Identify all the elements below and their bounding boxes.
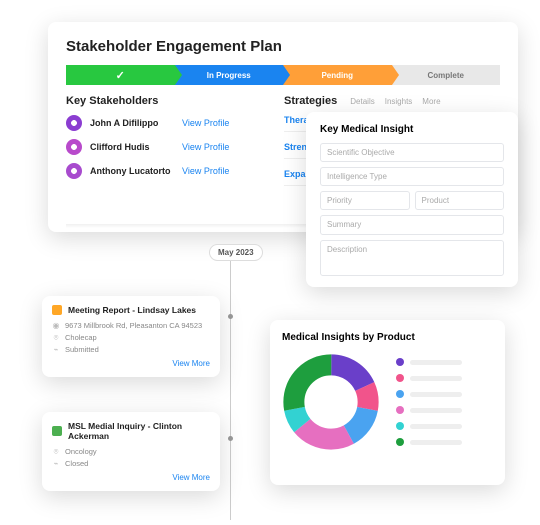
meeting-report-icon (52, 305, 62, 315)
legend-label-placeholder (410, 392, 462, 397)
tab-details[interactable]: Details (350, 97, 374, 106)
stakeholder-name: Clifford Hudis (90, 142, 174, 152)
attachment-icon: ⌾ (52, 334, 60, 342)
tab-more[interactable]: More (422, 97, 440, 106)
view-profile-link[interactable]: View Profile (182, 142, 229, 152)
summary-field[interactable]: Summary (320, 215, 504, 235)
step-done[interactable]: ✓ (66, 65, 175, 85)
view-profile-link[interactable]: View Profile (182, 166, 229, 176)
legend-item (396, 358, 462, 366)
strategies-heading: Strategies Details Insights More (284, 95, 500, 107)
step-pending[interactable]: Pending (283, 65, 392, 85)
timeline-date-badge: May 2023 (209, 244, 263, 261)
timeline-dot (228, 314, 233, 319)
insight-title: Key Medical Insight (320, 124, 504, 135)
legend-label-placeholder (410, 440, 462, 445)
step-in-progress[interactable]: In Progress (175, 65, 284, 85)
timeline-line (230, 250, 231, 520)
avatar-icon (66, 163, 82, 179)
progress-steps: ✓ In Progress Pending Complete (66, 65, 500, 85)
medical-inquiry-icon (52, 426, 62, 436)
chart-legend (396, 358, 462, 446)
legend-dot-icon (396, 406, 404, 414)
legend-label-placeholder (410, 360, 462, 365)
chart-title: Medical Insights by Product (282, 332, 493, 343)
legend-label-placeholder (410, 376, 462, 381)
status-icon: ⌁ (52, 460, 60, 468)
legend-item (396, 406, 462, 414)
stakeholder-name: Anthony Lucatorto (90, 166, 174, 176)
insights-chart-card: Medical Insights by Product (270, 320, 505, 485)
intelligence-type-field[interactable]: Intelligence Type (320, 167, 504, 186)
event-title-text: Meeting Report - Lindsay Lakes (68, 305, 196, 315)
view-more-link[interactable]: View More (52, 359, 210, 368)
legend-item (396, 374, 462, 382)
stakeholder-row: Anthony Lucatorto View Profile (66, 163, 266, 179)
priority-field[interactable]: Priority (320, 191, 410, 210)
legend-dot-icon (396, 390, 404, 398)
legend-dot-icon (396, 358, 404, 366)
legend-dot-icon (396, 438, 404, 446)
event-card: MSL Medial Inquiry - Clinton Ackerman ⌾O… (42, 412, 220, 491)
product-field[interactable]: Product (415, 191, 505, 210)
event-card: Meeting Report - Lindsay Lakes ◉9673 Mil… (42, 296, 220, 377)
status-icon: ⌁ (52, 346, 60, 354)
legend-label-placeholder (410, 408, 462, 413)
stakeholders-heading: Key Stakeholders (66, 95, 266, 107)
stakeholder-name: John A Difilippo (90, 118, 174, 128)
tab-insights[interactable]: Insights (385, 97, 413, 106)
view-more-link[interactable]: View More (52, 473, 210, 482)
avatar-icon (66, 139, 82, 155)
legend-item (396, 438, 462, 446)
step-complete[interactable]: Complete (392, 65, 501, 85)
legend-dot-icon (396, 422, 404, 430)
scientific-objective-field[interactable]: Scientific Objective (320, 143, 504, 162)
legend-item (396, 422, 462, 430)
check-icon: ✓ (116, 69, 125, 82)
description-field[interactable]: Description (320, 240, 504, 276)
donut-chart (282, 353, 380, 451)
location-icon: ◉ (52, 322, 60, 330)
event-title-text: MSL Medial Inquiry - Clinton Ackerman (68, 421, 210, 441)
timeline-dot (228, 436, 233, 441)
legend-label-placeholder (410, 424, 462, 429)
avatar-icon (66, 115, 82, 131)
legend-dot-icon (396, 374, 404, 382)
medical-insight-card: Key Medical Insight Scientific Objective… (306, 112, 518, 287)
attachment-icon: ⌾ (52, 448, 60, 456)
stakeholder-row: Clifford Hudis View Profile (66, 139, 266, 155)
page-title: Stakeholder Engagement Plan (66, 38, 500, 55)
legend-item (396, 390, 462, 398)
view-profile-link[interactable]: View Profile (182, 118, 229, 128)
stakeholder-row: John A Difilippo View Profile (66, 115, 266, 131)
